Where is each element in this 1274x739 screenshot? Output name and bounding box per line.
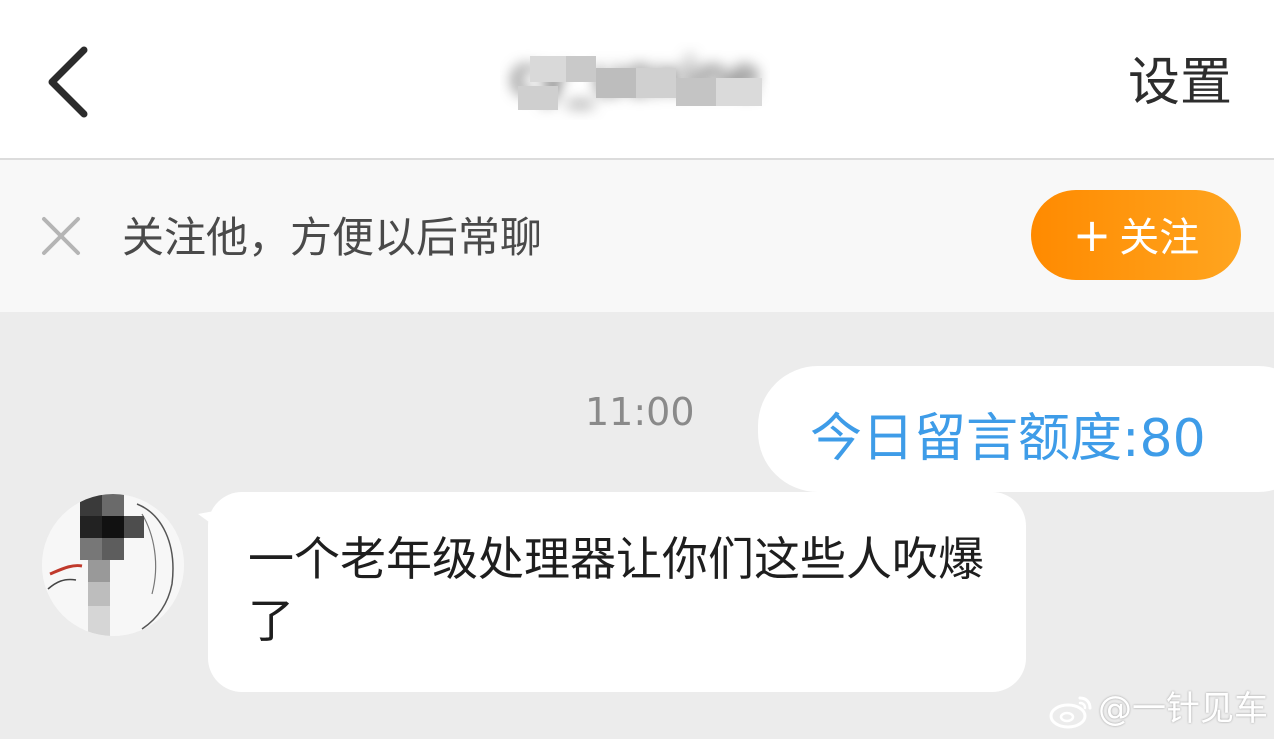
outgoing-message-bubble[interactable]: 今日留言额度:80 — [758, 366, 1274, 492]
title-mosaic — [500, 56, 770, 110]
chat-title: cy_uoxine — [500, 42, 770, 120]
back-arrow-icon — [48, 46, 88, 118]
avatar[interactable] — [42, 494, 184, 636]
follow-button[interactable]: + 关注 — [1031, 190, 1241, 280]
close-prompt-button[interactable] — [40, 215, 82, 257]
message-timestamp: 11:00 — [585, 390, 695, 434]
close-icon — [42, 217, 80, 255]
plus-icon: + — [1072, 208, 1112, 262]
avatar-image — [42, 494, 184, 636]
back-button[interactable] — [40, 44, 100, 120]
weibo-logo-icon — [1049, 696, 1092, 728]
follow-prompt-text: 关注他，方便以后常聊 — [122, 213, 543, 262]
incoming-message-bubble[interactable]: 一个老年级处理器让你们这些人吹爆了 — [208, 492, 1026, 692]
follow-button-label: 关注 — [1119, 215, 1200, 261]
outgoing-message-text: 今日留言额度:80 — [810, 409, 1206, 469]
watermark-text: @一针见车 — [1098, 689, 1268, 729]
watermark: @一针见车 — [1048, 686, 1268, 732]
incoming-message-text: 一个老年级处理器让你们这些人吹爆了 — [248, 532, 984, 648]
settings-button[interactable]: 设置 — [1128, 48, 1232, 118]
